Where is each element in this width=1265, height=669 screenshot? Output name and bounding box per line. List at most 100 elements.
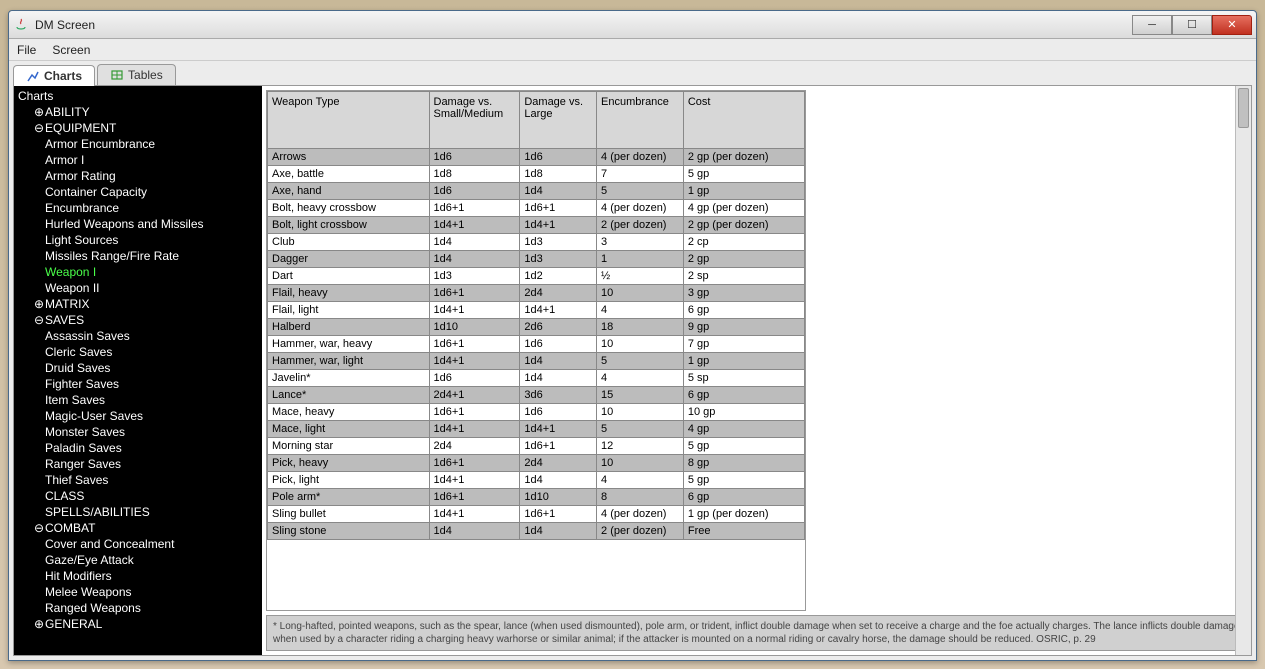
menu-file[interactable]: File [17,43,36,57]
table-cell: Javelin* [268,370,430,387]
table-row[interactable]: Club1d41d332 cp [268,234,805,251]
table-cell: 4 (per dozen) [597,149,684,166]
table-cell: 1 gp (per dozen) [683,506,804,523]
tree-leaf[interactable]: —Ranged Weapons [24,600,262,616]
table-cell: 1d6 [429,183,520,200]
tree-leaf[interactable]: —Cleric Saves [24,344,262,360]
tree-leaf[interactable]: —Druid Saves [24,360,262,376]
tree-combat[interactable]: ⊖COMBAT [24,520,262,536]
table-row[interactable]: Hammer, war, heavy1d6+11d6107 gp [268,336,805,353]
table-cell: 1d3 [520,234,597,251]
table-cell: 5 [597,353,684,370]
table-row[interactable]: Pick, heavy1d6+12d4108 gp [268,455,805,472]
tree-leaf[interactable]: —Armor Encumbrance [24,136,262,152]
table-cell: 2 gp (per dozen) [683,217,804,234]
table-row[interactable]: Sling bullet1d4+11d6+14 (per dozen)1 gp … [268,506,805,523]
table-cell: 1d6 [520,404,597,421]
column-header[interactable]: Damage vs. Small/Medium [429,92,520,149]
table-row[interactable]: Pole arm*1d6+11d1086 gp [268,489,805,506]
table-row[interactable]: Bolt, light crossbow1d4+11d4+12 (per doz… [268,217,805,234]
table-cell: Lance* [268,387,430,404]
table-cell: ½ [597,268,684,285]
table-cell: Pick, heavy [268,455,430,472]
tree-leaf[interactable]: —Hit Modifiers [24,568,262,584]
tree-leaf[interactable]: —Monster Saves [24,424,262,440]
column-header[interactable]: Damage vs. Large [520,92,597,149]
titlebar: DM Screen ─ ☐ ✕ [9,11,1256,39]
column-header[interactable]: Cost [683,92,804,149]
tree-leaf[interactable]: —Paladin Saves [24,440,262,456]
table-row[interactable]: Flail, light1d4+11d4+146 gp [268,302,805,319]
tree-leaf[interactable]: —Armor I [24,152,262,168]
table-row[interactable]: Pick, light1d4+11d445 gp [268,472,805,489]
tree-spells[interactable]: SPELLS/ABILITIES [24,504,262,520]
table-row[interactable]: Morning star2d41d6+1125 gp [268,438,805,455]
table-row[interactable]: Halberd1d102d6189 gp [268,319,805,336]
tree-leaf[interactable]: —Weapon II [24,280,262,296]
table-container[interactable]: Weapon TypeDamage vs. Small/MediumDamage… [266,90,806,611]
table-row[interactable]: Mace, heavy1d6+11d61010 gp [268,404,805,421]
tree-leaf[interactable]: —Container Capacity [24,184,262,200]
table-row[interactable]: Dagger1d41d312 gp [268,251,805,268]
tree-leaf[interactable]: —Missiles Range/Fire Rate [24,248,262,264]
table-cell: 1d10 [429,319,520,336]
tree-general[interactable]: ⊕GENERAL [24,616,262,632]
column-header[interactable]: Weapon Type [268,92,430,149]
tree-leaf[interactable]: —Ranger Saves [24,456,262,472]
table-row[interactable]: Lance*2d4+13d6156 gp [268,387,805,404]
table-cell: 1d4+1 [429,217,520,234]
tree-leaf[interactable]: —Weapon I [24,264,262,280]
tree-panel[interactable]: Charts ⊕ABILITY ⊖EQUIPMENT —Armor Encumb… [14,86,262,655]
tree-leaf[interactable]: —Magic-User Saves [24,408,262,424]
tree-leaf[interactable]: —Melee Weapons [24,584,262,600]
table-row[interactable]: Javelin*1d61d445 sp [268,370,805,387]
maximize-button[interactable]: ☐ [1172,15,1212,35]
tree-saves[interactable]: ⊖SAVES [24,312,262,328]
table-row[interactable]: Dart1d31d2½2 sp [268,268,805,285]
table-cell: Hammer, war, heavy [268,336,430,353]
tree-leaf[interactable]: —Hurled Weapons and Missiles [24,216,262,232]
table-cell: 1d4+1 [520,421,597,438]
table-cell: 2 gp (per dozen) [683,149,804,166]
table-cell: 7 gp [683,336,804,353]
table-row[interactable]: Hammer, war, light1d4+11d451 gp [268,353,805,370]
table-cell: 5 [597,421,684,438]
tree-equipment[interactable]: ⊖EQUIPMENT [24,120,262,136]
table-cell: 18 [597,319,684,336]
tree-leaf[interactable]: —Thief Saves [24,472,262,488]
minimize-button[interactable]: ─ [1132,15,1172,35]
tree-leaf[interactable]: —Encumbrance [24,200,262,216]
tree-leaf[interactable]: —Gaze/Eye Attack [24,552,262,568]
table-row[interactable]: Axe, battle1d81d875 gp [268,166,805,183]
table-cell: 1d6+1 [520,506,597,523]
scrollbar-thumb[interactable] [1238,88,1249,128]
table-row[interactable]: Axe, hand1d61d451 gp [268,183,805,200]
table-cell: Axe, hand [268,183,430,200]
tree-matrix[interactable]: ⊕MATRIX [24,296,262,312]
table-row[interactable]: Mace, light1d4+11d4+154 gp [268,421,805,438]
tab-charts[interactable]: Charts [13,65,95,86]
table-cell: 4 (per dozen) [597,200,684,217]
table-row[interactable]: Sling stone1d41d42 (per dozen)Free [268,523,805,540]
tree-leaf[interactable]: —Armor Rating [24,168,262,184]
tree-leaf[interactable]: —Assassin Saves [24,328,262,344]
table-cell: 10 [597,285,684,302]
tree-leaf[interactable]: —Cover and Concealment [24,536,262,552]
scrollbar-vertical[interactable] [1235,86,1251,655]
tree-leaf[interactable]: —Light Sources [24,232,262,248]
tree-ability[interactable]: ⊕ABILITY [24,104,262,120]
tree-root-charts[interactable]: Charts [18,88,262,104]
close-button[interactable]: ✕ [1212,15,1252,35]
tab-tables[interactable]: Tables [97,64,176,85]
table-row[interactable]: Bolt, heavy crossbow1d6+11d6+14 (per doz… [268,200,805,217]
column-header[interactable]: Encumbrance [597,92,684,149]
tree-leaf[interactable]: —Item Saves [24,392,262,408]
table-cell: 2d4 [429,438,520,455]
menu-screen[interactable]: Screen [52,43,90,57]
table-cell: Arrows [268,149,430,166]
table-row[interactable]: Flail, heavy1d6+12d4103 gp [268,285,805,302]
table-cell: 1d4 [429,251,520,268]
tree-class[interactable]: CLASS [24,488,262,504]
tree-leaf[interactable]: —Fighter Saves [24,376,262,392]
table-row[interactable]: Arrows1d61d64 (per dozen)2 gp (per dozen… [268,149,805,166]
